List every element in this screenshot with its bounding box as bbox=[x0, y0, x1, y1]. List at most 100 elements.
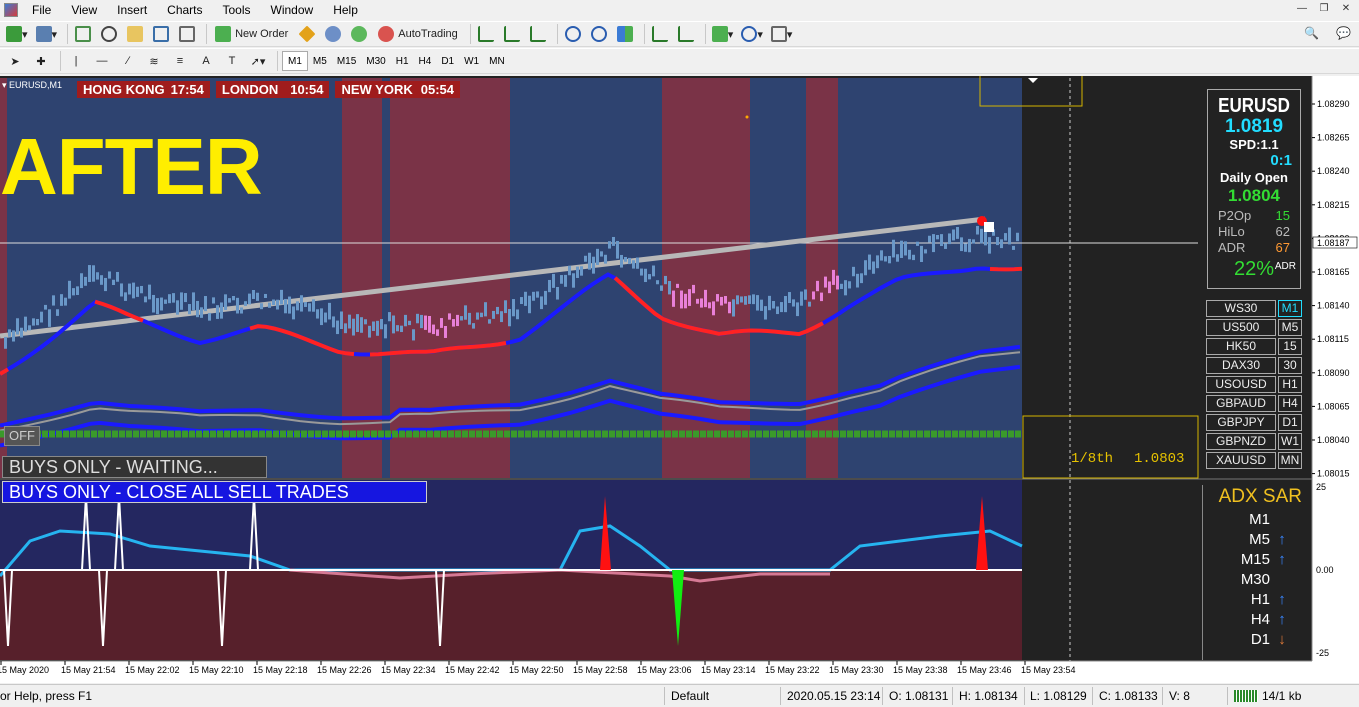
timeframe-mn[interactable]: MN bbox=[484, 51, 510, 71]
indicators-button[interactable]: ▾ bbox=[710, 23, 736, 45]
symbol-tf-button[interactable]: M1 bbox=[1278, 300, 1302, 317]
channel-button[interactable]: ≋ bbox=[143, 50, 165, 72]
timeframe-m15[interactable]: M15 bbox=[332, 51, 361, 71]
bar-chart-icon bbox=[477, 26, 494, 42]
menu-file[interactable]: File bbox=[22, 3, 61, 17]
candle bbox=[344, 323, 347, 334]
timeframe-h4[interactable]: H4 bbox=[414, 51, 437, 71]
minimize-icon[interactable]: — bbox=[1295, 3, 1309, 16]
candle bbox=[512, 299, 515, 317]
candle bbox=[200, 307, 203, 318]
text-button[interactable]: A bbox=[195, 50, 217, 72]
symbol-tf-button[interactable]: 15 bbox=[1278, 338, 1302, 355]
menu-tools[interactable]: Tools bbox=[213, 3, 261, 17]
crosshair-button[interactable]: ✚ bbox=[30, 50, 52, 72]
symbol-button-dax30[interactable]: DAX30 bbox=[1206, 357, 1276, 374]
menu-charts[interactable]: Charts bbox=[157, 3, 212, 17]
metaeditor-button[interactable] bbox=[296, 23, 318, 45]
candle bbox=[948, 233, 951, 245]
symbol-tf-button[interactable]: 30 bbox=[1278, 357, 1302, 374]
new-order-button[interactable]: New Order bbox=[211, 23, 292, 45]
timeframe-h1[interactable]: H1 bbox=[391, 51, 414, 71]
candle bbox=[692, 284, 695, 294]
menu-insert[interactable]: Insert bbox=[107, 3, 157, 17]
fibonacci-button[interactable]: ≡ bbox=[169, 50, 191, 72]
data-window-button[interactable] bbox=[98, 23, 120, 45]
candle bbox=[824, 276, 827, 288]
profiles-button[interactable]: ▾ bbox=[34, 23, 60, 45]
timeframe-m30[interactable]: M30 bbox=[361, 51, 390, 71]
bar-chart-button[interactable] bbox=[475, 23, 497, 45]
symbol-button-usousd[interactable]: USOUSD bbox=[1206, 376, 1276, 393]
symbol-button-xauusd[interactable]: XAUUSD bbox=[1206, 452, 1276, 469]
arrows-button[interactable]: ➚▾ bbox=[247, 50, 269, 72]
new-chart-button[interactable]: ▾ bbox=[4, 23, 30, 45]
chart-window[interactable]: 1.082901.082651.082401.082151.081901.081… bbox=[0, 59, 1359, 683]
candle bbox=[784, 296, 787, 313]
symbol-tf-button[interactable]: MN bbox=[1278, 452, 1302, 469]
adx-sar-panel: ADX SAR M1 M5 ↑ M15 ↑ M30 H1 ↑ H4 ↑ D1 ↓ bbox=[1202, 485, 1310, 660]
symbol-button-us500[interactable]: US500 bbox=[1206, 319, 1276, 336]
market-button[interactable] bbox=[348, 23, 370, 45]
candle bbox=[20, 327, 23, 338]
candle bbox=[24, 316, 27, 332]
time-tick-label: 15 May 22:58 bbox=[573, 665, 628, 675]
zoom-in-icon bbox=[564, 26, 581, 42]
terminal-button[interactable] bbox=[150, 23, 172, 45]
text-icon: A bbox=[202, 55, 210, 67]
candle bbox=[444, 326, 447, 338]
candle bbox=[596, 248, 599, 265]
vertical-line-button[interactable]: | bbox=[65, 50, 87, 72]
zoom-in-button[interactable] bbox=[562, 23, 584, 45]
navigator-button[interactable] bbox=[124, 23, 146, 45]
candlestick-button[interactable] bbox=[501, 23, 523, 45]
candle bbox=[672, 290, 675, 307]
candle bbox=[180, 292, 183, 310]
line-chart-button[interactable] bbox=[527, 23, 549, 45]
symbol-tf-button[interactable]: H1 bbox=[1278, 376, 1302, 393]
menu-view[interactable]: View bbox=[61, 3, 107, 17]
timeframe-w1[interactable]: W1 bbox=[459, 51, 484, 71]
periods-button[interactable]: ▾ bbox=[739, 23, 765, 45]
market-watch-button[interactable] bbox=[72, 23, 94, 45]
menu-window[interactable]: Window bbox=[261, 3, 324, 17]
chat-icon[interactable]: 💬 bbox=[1336, 26, 1351, 40]
symbol-button-ws30[interactable]: WS30 bbox=[1206, 300, 1276, 317]
symbol-tf-button[interactable]: D1 bbox=[1278, 414, 1302, 431]
signals-button[interactable] bbox=[322, 23, 344, 45]
tile-windows-button[interactable] bbox=[614, 23, 636, 45]
autoscroll-button[interactable] bbox=[649, 23, 671, 45]
horizontal-line-button[interactable]: — bbox=[91, 50, 113, 72]
symbol-button-gbpaud[interactable]: GBPAUD bbox=[1206, 395, 1276, 412]
cursor-button[interactable]: ➤ bbox=[4, 50, 26, 72]
symbol-button-gbpjpy[interactable]: GBPJPY bbox=[1206, 414, 1276, 431]
symbol-tf-button[interactable]: M5 bbox=[1278, 319, 1302, 336]
close-icon[interactable]: ✕ bbox=[1339, 3, 1353, 16]
candle bbox=[972, 239, 975, 244]
text-label-button[interactable]: T bbox=[221, 50, 243, 72]
symbol-tf-button[interactable]: W1 bbox=[1278, 433, 1302, 450]
search-icon[interactable]: 🔍 bbox=[1304, 26, 1319, 40]
symbol-row: WS30 M1 bbox=[1206, 300, 1304, 317]
symbol-button-hk50[interactable]: HK50 bbox=[1206, 338, 1276, 355]
symbol-tf-button[interactable]: H4 bbox=[1278, 395, 1302, 412]
trendline-button[interactable]: ∕ bbox=[117, 50, 139, 72]
collapse-icon[interactable]: ▾ bbox=[2, 80, 7, 90]
timeframe-d1[interactable]: D1 bbox=[436, 51, 459, 71]
candle bbox=[708, 302, 711, 309]
timeframe-m1[interactable]: M1 bbox=[282, 51, 308, 71]
tester-button[interactable] bbox=[176, 23, 198, 45]
autotrading-button[interactable]: AutoTrading bbox=[374, 23, 462, 45]
symbol-button-gbpnzd[interactable]: GBPNZD bbox=[1206, 433, 1276, 450]
connection-status[interactable]: 14/1 kb bbox=[1234, 689, 1301, 703]
off-button[interactable]: OFF bbox=[4, 426, 40, 446]
templates-button[interactable]: ▾ bbox=[769, 23, 795, 45]
timeframe-m5[interactable]: M5 bbox=[308, 51, 332, 71]
candle bbox=[704, 289, 707, 308]
chart-shift-button[interactable] bbox=[675, 23, 697, 45]
candle bbox=[468, 312, 471, 325]
zoom-out-button[interactable] bbox=[588, 23, 610, 45]
symbol-buttons: WS30 M1 US500 M5 HK50 15 DAX30 30 USOUSD H1 GBPAUD… bbox=[1206, 300, 1304, 471]
restore-icon[interactable]: ❐ bbox=[1317, 3, 1331, 16]
menu-help[interactable]: Help bbox=[323, 3, 368, 17]
